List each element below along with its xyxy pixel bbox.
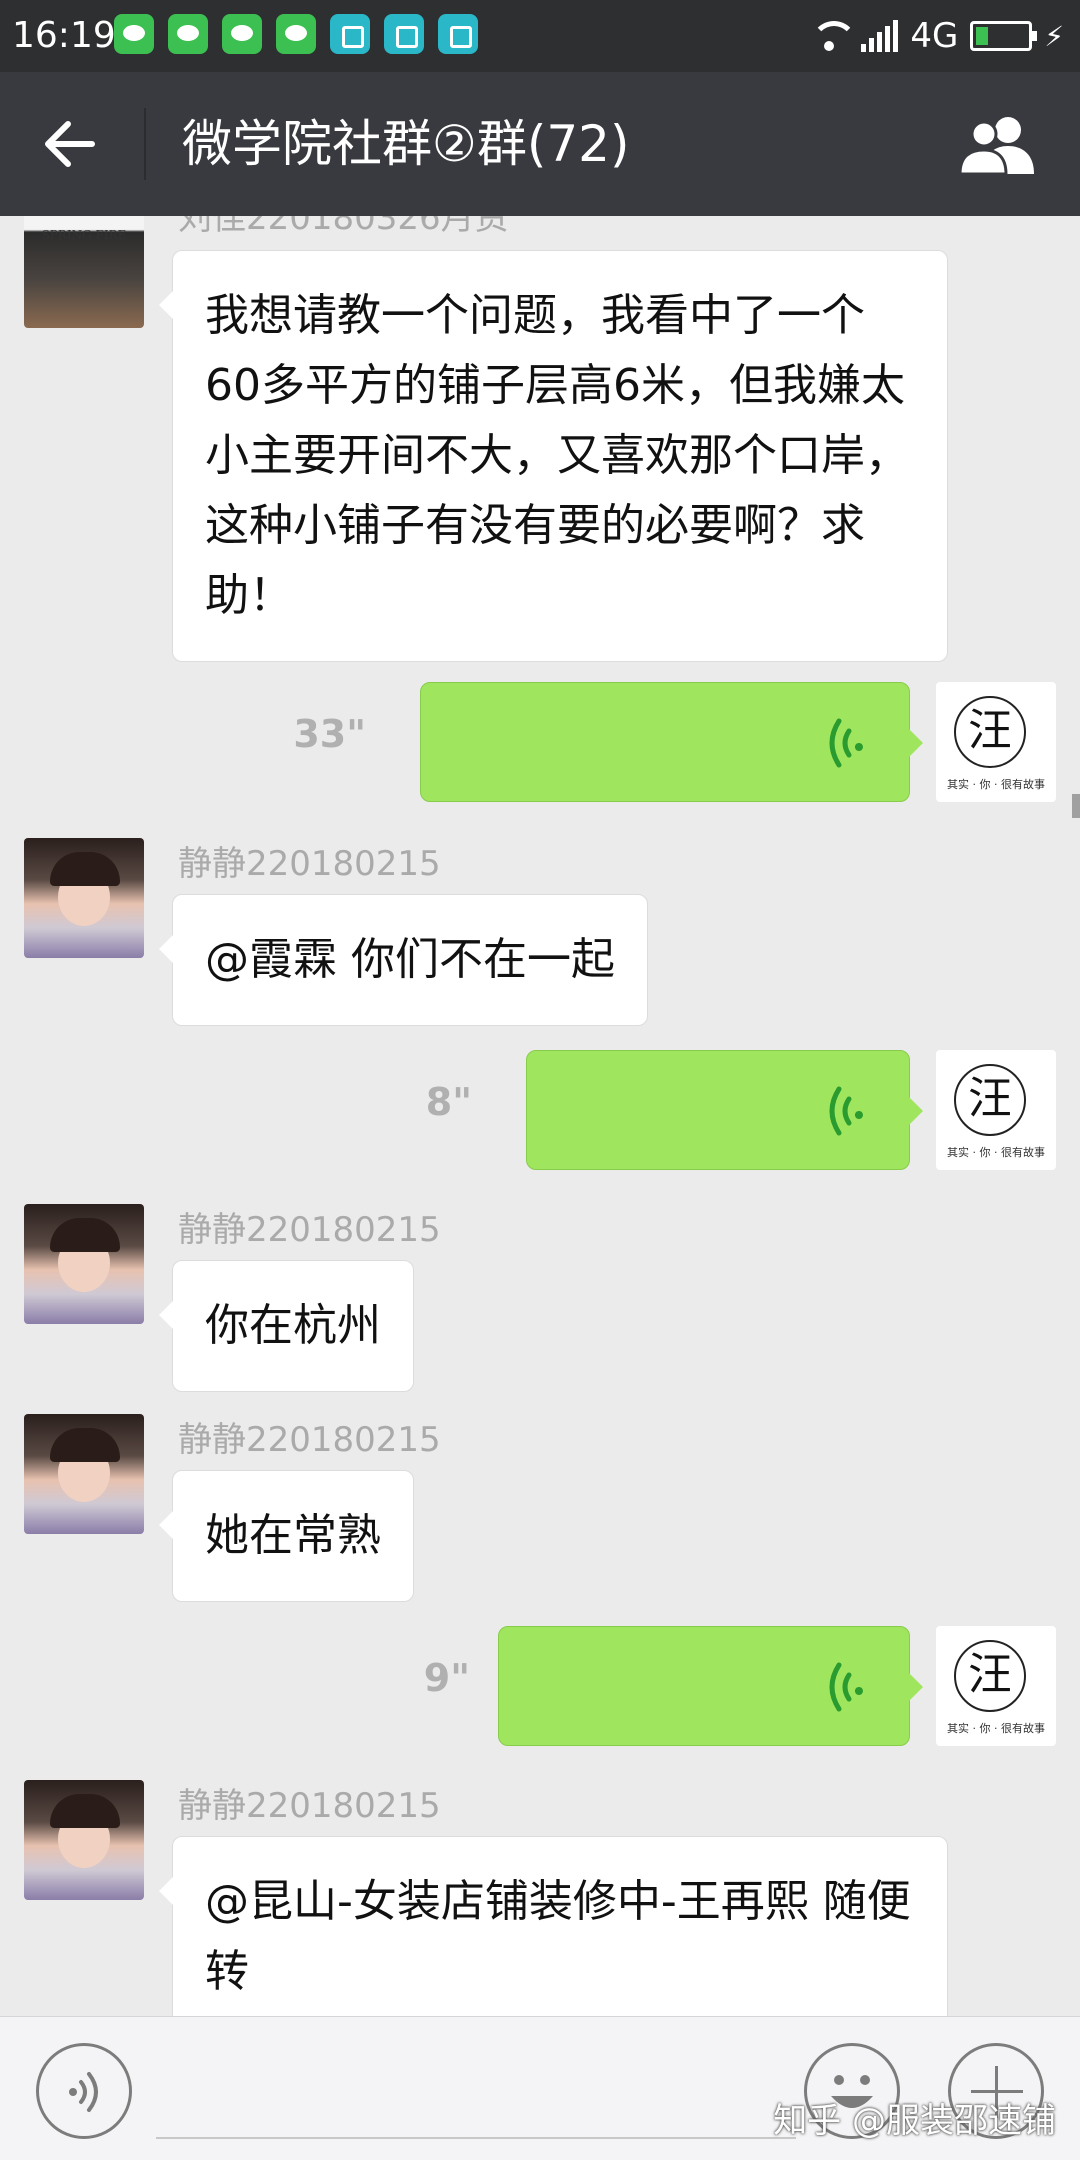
group-members-icon[interactable] [956, 112, 1040, 176]
voice-wave-icon [829, 1086, 863, 1136]
message-bubble[interactable]: 我想请教一个问题，我看中了一个60多平方的铺子层高6米，但我嫌太小主要开间不大，… [159, 250, 948, 662]
avatar-slogan: 其实 · 你 · 很有故事 [947, 778, 1045, 791]
avatar-char: 汪 [954, 1640, 1026, 1712]
message-bubble[interactable]: @霞霖 你们不在一起 [159, 894, 648, 1026]
status-time: 16:19 [12, 15, 116, 56]
voice-message-bubble[interactable] [498, 1626, 923, 1746]
charging-icon: ⚡ [1044, 19, 1064, 53]
message-input[interactable] [156, 2137, 796, 2139]
avatar[interactable] [24, 838, 144, 958]
status-bar: 16:19 4G ⚡ [0, 0, 1080, 72]
message-list[interactable]: SPRING FIRE 刘佳220180326月资 我想请教一个问题，我看中了一… [0, 216, 1080, 2016]
usb-icon [438, 14, 478, 54]
voice-duration: 33" [293, 712, 366, 756]
network-type: 4G [910, 16, 959, 56]
voice-mode-icon [69, 2072, 98, 2112]
sender-name: 静静220180215 [178, 1420, 441, 1460]
header-divider [144, 108, 146, 180]
wechat-icon [168, 14, 208, 54]
avatar[interactable]: SPRING FIRE [24, 216, 144, 328]
chat-header: 微学院社群②群(72) [0, 72, 1080, 216]
wechat-icon [114, 14, 154, 54]
sender-name: 刘佳220180326月资 [178, 216, 509, 238]
avatar-slogan: 其实 · 你 · 很有故事 [947, 1722, 1045, 1735]
voice-message-bubble[interactable] [420, 682, 923, 802]
my-avatar[interactable]: 汪 其实 · 你 · 很有故事 [936, 682, 1056, 802]
avatar-char: 汪 [954, 696, 1026, 768]
voice-message-bubble[interactable] [526, 1050, 923, 1170]
avatar[interactable] [24, 1780, 144, 1900]
basketball-icon [384, 14, 424, 54]
scrollbar-thumb[interactable] [1072, 794, 1080, 818]
avatar-slogan: 其实 · 你 · 很有故事 [947, 1146, 1045, 1159]
input-bar: 知乎 @服装邵速铺 [0, 2016, 1080, 2160]
voice-wave-icon [829, 718, 863, 768]
avatar-char: 汪 [954, 1064, 1026, 1136]
wifi-icon [809, 21, 858, 51]
message-bubble[interactable]: @昆山-女装店铺装修中-王再熙 随便转 [159, 1836, 948, 2016]
add-circle-icon [276, 14, 316, 54]
signal-icon [861, 20, 899, 52]
voice-input-button[interactable] [36, 2043, 132, 2139]
avatar[interactable] [24, 1204, 144, 1324]
voice-duration: 8" [425, 1080, 472, 1124]
my-avatar[interactable]: 汪 其实 · 你 · 很有故事 [936, 1050, 1056, 1170]
sender-name: 静静220180215 [178, 1786, 441, 1826]
chat-title: 微学院社群②群(72) [182, 115, 630, 173]
watermark: 知乎 @服装邵速铺 [773, 2101, 1056, 2141]
my-avatar[interactable]: 汪 其实 · 你 · 很有故事 [936, 1626, 1056, 1746]
scan-icon [330, 14, 370, 54]
message-bubble[interactable]: 你在杭州 [159, 1260, 414, 1392]
wechat-icon [222, 14, 262, 54]
message-bubble[interactable]: 她在常熟 [159, 1470, 414, 1602]
avatar-sign-text: SPRING FIRE [41, 228, 127, 242]
back-arrow-icon[interactable] [40, 114, 100, 174]
voice-duration: 9" [423, 1656, 470, 1700]
avatar[interactable] [24, 1414, 144, 1534]
sender-name: 静静220180215 [178, 844, 441, 884]
sender-name: 静静220180215 [178, 1210, 441, 1250]
voice-wave-icon [829, 1662, 863, 1712]
battery-icon [970, 21, 1038, 51]
